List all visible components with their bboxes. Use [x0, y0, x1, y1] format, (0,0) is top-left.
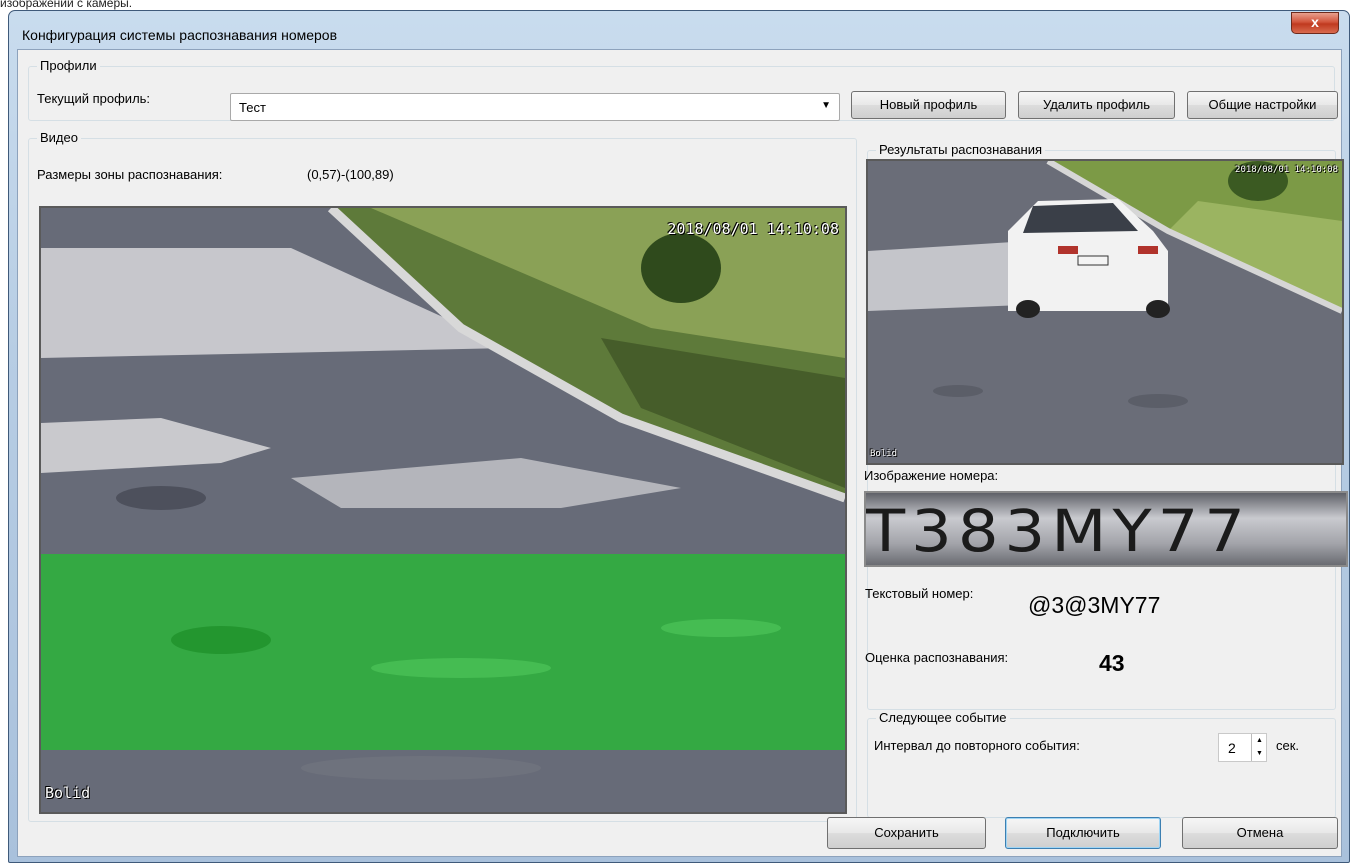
page-header-clipped-text: изображений с камеры. — [0, 0, 133, 10]
zone-size-value: (0,57)-(100,89) — [307, 167, 394, 182]
plate-image: T383MY77 — [864, 491, 1348, 567]
profiles-legend: Профили — [37, 58, 100, 73]
plate-image-glyphs: T383MY77 — [866, 498, 1251, 566]
close-icon: x — [1311, 14, 1319, 30]
video-timestamp: 2018/08/01 14:10:08 — [667, 220, 839, 238]
next-event-legend: Следующее событие — [876, 710, 1010, 725]
profile-select[interactable]: Тест ▼ — [230, 93, 840, 121]
snapshot-scene — [868, 161, 1342, 463]
text-number-value: @3@3MY77 — [1028, 592, 1161, 618]
live-video-view[interactable]: 2018/08/01 14:10:08 Bolid — [39, 206, 847, 814]
save-button[interactable]: Сохранить — [827, 817, 986, 849]
current-profile-label: Текущий профиль: — [37, 91, 151, 106]
plate-image-label: Изображение номера: — [864, 468, 999, 483]
cancel-button[interactable]: Отмена — [1182, 817, 1338, 849]
video-watermark: Bolid — [45, 784, 91, 802]
config-window: Конфигурация системы распознавания номер… — [8, 10, 1350, 863]
delete-profile-button[interactable]: Удалить профиль — [1018, 91, 1175, 119]
score-label: Оценка распознавания: — [865, 650, 1009, 665]
recognition-zone-overlay — [41, 554, 845, 750]
stepper-down-icon[interactable]: ▼ — [1252, 747, 1267, 760]
video-legend: Видео — [37, 130, 81, 145]
interval-unit: сек. — [1276, 738, 1300, 753]
interval-label: Интервал до повторного события: — [874, 738, 1080, 753]
snapshot-timestamp: 2018/08/01 14:10:08 — [1235, 165, 1338, 175]
zone-size-label: Размеры зоны распознавания: — [37, 167, 223, 182]
connect-button[interactable]: Подключить — [1005, 817, 1161, 849]
video-scene — [41, 208, 845, 812]
new-profile-button[interactable]: Новый профиль — [851, 91, 1006, 119]
score-value: 43 — [1099, 650, 1125, 676]
result-snapshot: 2018/08/01 14:10:08 Bolid — [866, 159, 1344, 465]
window-title: Конфигурация системы распознавания номер… — [22, 27, 338, 43]
profile-select-value: Тест — [239, 100, 266, 115]
general-settings-button[interactable]: Общие настройки — [1187, 91, 1338, 119]
text-number-label: Текстовый номер: — [865, 586, 974, 601]
interval-value: 2 — [1228, 740, 1236, 756]
results-legend: Результаты распознавания — [876, 142, 1046, 157]
interval-stepper[interactable]: ▲ ▼ — [1251, 734, 1267, 761]
window-client-area: Профили Текущий профиль: Тест ▼ Новый пр… — [17, 49, 1348, 857]
chevron-down-icon[interactable]: ▼ — [821, 100, 831, 111]
snapshot-watermark: Bolid — [870, 449, 898, 459]
title-bar[interactable]: Конфигурация системы распознавания номер… — [9, 11, 1349, 49]
close-button[interactable]: x — [1291, 12, 1339, 34]
stepper-up-icon[interactable]: ▲ — [1252, 734, 1267, 747]
